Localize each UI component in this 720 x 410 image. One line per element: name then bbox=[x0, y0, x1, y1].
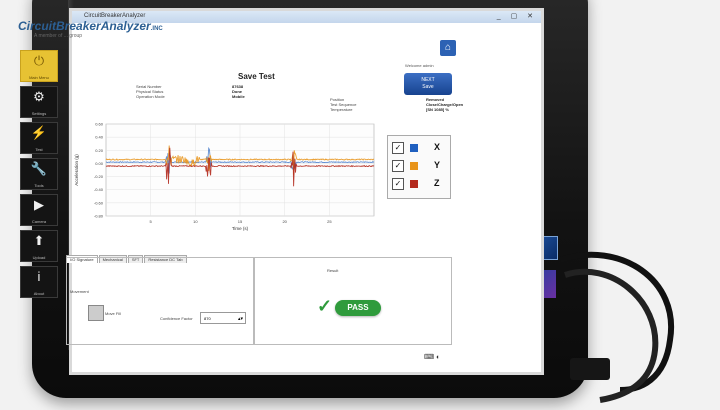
pass-badge: PASS bbox=[335, 300, 381, 316]
field-label: Operation Mode bbox=[136, 94, 165, 99]
upload-icon: ⬆ bbox=[33, 233, 45, 248]
next-label: NEXT bbox=[421, 77, 435, 83]
sidebar-item-test[interactable]: ⚡ Test bbox=[20, 122, 58, 154]
next-button[interactable]: NEXT Save bbox=[404, 73, 452, 95]
y-tick-label: -0.80 bbox=[94, 214, 104, 219]
legend-checkbox[interactable]: ✓ bbox=[392, 142, 404, 154]
legend-swatch bbox=[410, 162, 418, 170]
info-icon: i bbox=[37, 269, 41, 284]
confidence-value: 870 bbox=[204, 316, 211, 321]
sidebar-item-tools[interactable]: 🔧 Tools bbox=[20, 158, 58, 190]
tab-bar: I/O Signature Mechanical SFT Resistance DC … bbox=[66, 248, 188, 263]
gears-icon: ⚙ bbox=[33, 89, 45, 104]
movement-label: Movement bbox=[70, 289, 89, 294]
move-fill-label: Move Fill bbox=[105, 311, 122, 316]
legend-label: Z bbox=[434, 178, 440, 188]
sidebar-item-camera[interactable]: ▶ Camera bbox=[20, 194, 58, 226]
sidebar-item-main-menu[interactable]: ⏻ Main Menu bbox=[20, 50, 58, 82]
chart-legend: ✓ X ✓ Y ✓ Z bbox=[387, 135, 451, 199]
sidebar-item-label: Tools bbox=[34, 183, 44, 188]
confidence-label: Confidence Factor bbox=[160, 316, 193, 321]
x-tick-label: 15 bbox=[238, 219, 243, 224]
next-sublabel: Save bbox=[422, 84, 434, 90]
y-axis-label: Acceleration (g) bbox=[74, 154, 79, 186]
sidebar-item-label: Main Menu bbox=[29, 75, 49, 80]
info-values-right: Removed Close/Charge/Open [SN 1085] % bbox=[426, 97, 463, 112]
field-value: [SN 1085] % bbox=[426, 107, 449, 112]
legend-item[interactable]: ✓ X bbox=[392, 142, 448, 154]
camera-icon: ▶ bbox=[34, 197, 44, 212]
info-labels-left: Serial Number Physical Status Operation … bbox=[136, 84, 165, 99]
move-fill-checkbox[interactable] bbox=[88, 305, 104, 321]
y-tick-label: -0.40 bbox=[94, 187, 104, 192]
home-icon[interactable]: ⌂ bbox=[440, 40, 456, 56]
sidebar: ⏻ Main Menu ⚙ Settings ⚡ Test 🔧 Tools ▶ Camera ⬆ Up… bbox=[20, 50, 58, 302]
sidebar-item-settings[interactable]: ⚙ Settings bbox=[20, 86, 58, 118]
globe-icon[interactable]: ◐ bbox=[436, 354, 440, 361]
usb-cable bbox=[560, 251, 675, 403]
legend-item[interactable]: ✓ Z bbox=[392, 178, 448, 190]
x-tick-label: 10 bbox=[193, 219, 198, 224]
field-value: Mobile bbox=[232, 94, 245, 99]
sidebar-item-about[interactable]: i About bbox=[20, 266, 58, 298]
result-label: Result bbox=[327, 268, 339, 273]
y-tick-label: -0.60 bbox=[94, 200, 104, 205]
info-values-left: 87638 Done Mobile bbox=[232, 84, 245, 99]
info-labels-right: Position Test Sequence Temperature bbox=[330, 97, 356, 112]
breaker-icon: ⏻ bbox=[33, 53, 45, 68]
sidebar-item-label: Settings bbox=[31, 111, 47, 116]
x-tick-label: 25 bbox=[327, 219, 332, 224]
sidebar-item-label: Camera bbox=[31, 219, 47, 224]
sidebar-item-label: Upload bbox=[32, 255, 46, 260]
confidence-select[interactable]: 870 ▴▾ bbox=[200, 312, 246, 324]
welcome-label: Welcome admin bbox=[405, 63, 434, 68]
sidebar-item-upload[interactable]: ⬆ Upload bbox=[20, 230, 58, 262]
brand-suffix: .INC bbox=[150, 26, 163, 32]
sidebar-item-label: About bbox=[33, 291, 45, 296]
plug-icon: ⚡ bbox=[30, 125, 48, 140]
footer-icons: ⌨ ◐ bbox=[424, 353, 440, 361]
y-tick-label: 0.40 bbox=[95, 135, 104, 140]
window-controls[interactable]: _ ▢ ✕ bbox=[497, 12, 537, 20]
acceleration-chart: 0.60 0.40 0.20 0.00 -0.20 -0.40 -0.60 -0.80 5 10 1… bbox=[74, 122, 375, 231]
brand-tagline: A member of ... group bbox=[34, 33, 83, 39]
wrench-icon: 🔧 bbox=[30, 161, 48, 176]
legend-label: Y bbox=[434, 160, 441, 170]
legend-swatch bbox=[410, 144, 418, 152]
legend-label: X bbox=[434, 142, 441, 152]
brand-name: CircuitBreakerAnalyzer bbox=[18, 19, 151, 33]
checkmark-icon: ✓ bbox=[317, 296, 333, 316]
legend-item[interactable]: ✓ Y bbox=[392, 160, 448, 172]
field-label: Temperature bbox=[330, 107, 353, 112]
stepper-icon[interactable]: ▴▾ bbox=[238, 313, 243, 325]
legend-swatch bbox=[410, 180, 418, 188]
x-tick-label: 5 bbox=[150, 219, 153, 224]
legend-checkbox[interactable]: ✓ bbox=[392, 160, 404, 172]
y-tick-label: -0.20 bbox=[94, 174, 104, 179]
y-tick-label: 0.60 bbox=[95, 122, 104, 127]
movement-panel bbox=[66, 257, 254, 345]
x-tick-label: 20 bbox=[282, 219, 287, 224]
legend-checkbox[interactable]: ✓ bbox=[392, 178, 404, 190]
brand-logo: CircuitBreakerAnalyzer.INC bbox=[18, 19, 163, 33]
keyboard-icon[interactable]: ⌨ bbox=[424, 354, 434, 361]
y-tick-label: 0.00 bbox=[95, 161, 104, 166]
sidebar-item-label: Test bbox=[35, 147, 43, 152]
y-tick-label: 0.20 bbox=[95, 148, 104, 153]
x-axis-label: Time (s) bbox=[232, 226, 249, 231]
page-title: Save Test bbox=[238, 72, 275, 81]
